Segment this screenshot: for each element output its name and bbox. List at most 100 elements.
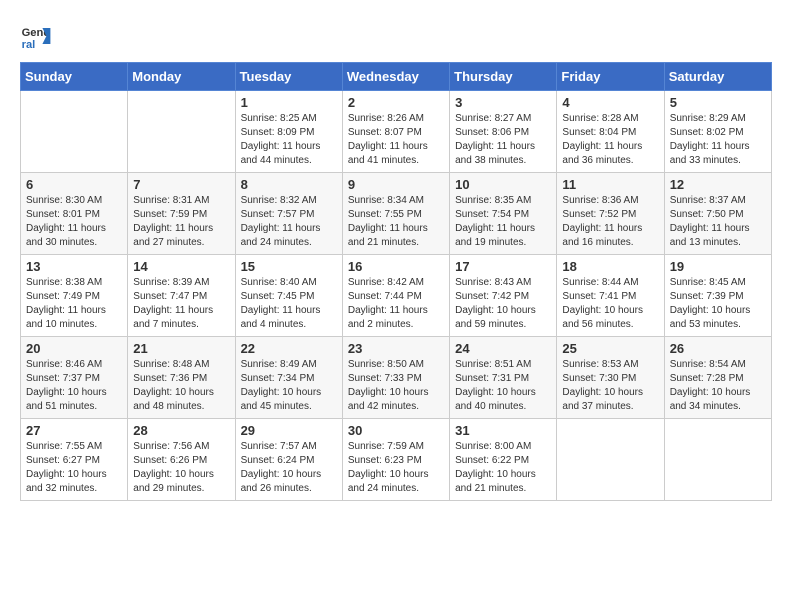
day-info: Sunrise: 8:35 AM Sunset: 7:54 PM Dayligh…	[455, 194, 551, 250]
calendar-day-cell: 28Sunrise: 7:56 AM Sunset: 6:26 PM Dayli…	[128, 419, 235, 501]
day-info: Sunrise: 7:56 AM Sunset: 6:26 PM Dayligh…	[133, 440, 229, 496]
day-info: Sunrise: 8:37 AM Sunset: 7:50 PM Dayligh…	[670, 194, 766, 250]
day-info: Sunrise: 8:50 AM Sunset: 7:33 PM Dayligh…	[348, 358, 444, 414]
day-number: 5	[670, 95, 766, 110]
calendar-day-cell: 25 Sunrise: 8:53 AM Sunset: 7:30 PM Dayli…	[557, 337, 664, 419]
day-of-week-header: Wednesday	[342, 63, 449, 91]
calendar-day-cell: 23Sunrise: 8:50 AM Sunset: 7:33 PM Dayli…	[342, 337, 449, 419]
day-number: 10	[455, 177, 551, 192]
day-number: 29	[241, 423, 337, 438]
day-number: 21	[133, 341, 229, 356]
day-info: Sunrise: 8:39 AM Sunset: 7:47 PM Dayligh…	[133, 276, 229, 332]
day-info: Sunrise: 8:45 AM Sunset: 7:39 PM Dayligh…	[670, 276, 766, 332]
day-info: Sunrise: 8:27 AM Sunset: 8:06 PM Dayligh…	[455, 112, 551, 168]
day-of-week-header: Monday	[128, 63, 235, 91]
calendar-day-cell: 1 Sunrise: 8:25 AM Sunset: 8:09 PM Daylig…	[235, 91, 342, 173]
day-info: Sunrise: 8:43 AM Sunset: 7:42 PM Dayligh…	[455, 276, 551, 332]
day-info: Sunrise: 8:38 AM Sunset: 7:49 PM Dayligh…	[26, 276, 122, 332]
calendar-week-row: 1 Sunrise: 8:25 AM Sunset: 8:09 PM Daylig…	[21, 91, 772, 173]
logo: Gene ral	[20, 20, 56, 52]
day-number: 26	[670, 341, 766, 356]
calendar-day-cell: 27 Sunrise: 7:55 AM Sunset: 6:27 PM Dayli…	[21, 419, 128, 501]
day-info: Sunrise: 8:54 AM Sunset: 7:28 PM Dayligh…	[670, 358, 766, 414]
calendar-day-cell: 12Sunrise: 8:37 AM Sunset: 7:50 PM Dayli…	[664, 173, 771, 255]
day-of-week-header: Thursday	[450, 63, 557, 91]
day-number: 31	[455, 423, 551, 438]
calendar-day-cell: 30 Sunrise: 7:59 AM Sunset: 6:23 PM Dayli…	[342, 419, 449, 501]
calendar-day-cell: 7 Sunrise: 8:31 AM Sunset: 7:59 PM Daylig…	[128, 173, 235, 255]
calendar-day-cell	[664, 419, 771, 501]
day-info: Sunrise: 8:48 AM Sunset: 7:36 PM Dayligh…	[133, 358, 229, 414]
day-info: Sunrise: 8:25 AM Sunset: 8:09 PM Dayligh…	[241, 112, 337, 168]
day-of-week-header: Saturday	[664, 63, 771, 91]
day-number: 22	[241, 341, 337, 356]
calendar-table: SundayMondayTuesdayWednesdayThursdayFrid…	[20, 62, 772, 501]
calendar-day-cell: 15Sunrise: 8:40 AM Sunset: 7:45 PM Dayli…	[235, 255, 342, 337]
day-number: 18	[562, 259, 658, 274]
day-info: Sunrise: 8:53 AM Sunset: 7:30 PM Dayligh…	[562, 358, 658, 414]
calendar-day-cell	[21, 91, 128, 173]
day-info: Sunrise: 8:30 AM Sunset: 8:01 PM Dayligh…	[26, 194, 122, 250]
day-info: Sunrise: 8:49 AM Sunset: 7:34 PM Dayligh…	[241, 358, 337, 414]
calendar-day-cell: 16 Sunrise: 8:42 AM Sunset: 7:44 PM Dayli…	[342, 255, 449, 337]
day-number: 30	[348, 423, 444, 438]
calendar-header: SundayMondayTuesdayWednesdayThursdayFrid…	[21, 63, 772, 91]
day-info: Sunrise: 7:55 AM Sunset: 6:27 PM Dayligh…	[26, 440, 122, 496]
svg-text:ral: ral	[22, 39, 36, 51]
day-info: Sunrise: 8:31 AM Sunset: 7:59 PM Dayligh…	[133, 194, 229, 250]
day-number: 24	[455, 341, 551, 356]
day-info: Sunrise: 8:42 AM Sunset: 7:44 PM Dayligh…	[348, 276, 444, 332]
day-info: Sunrise: 8:26 AM Sunset: 8:07 PM Dayligh…	[348, 112, 444, 168]
day-number: 11	[562, 177, 658, 192]
calendar-day-cell: 31 Sunrise: 8:00 AM Sunset: 6:22 PM Dayli…	[450, 419, 557, 501]
calendar-day-cell: 13 Sunrise: 8:38 AM Sunset: 7:49 PM Dayli…	[21, 255, 128, 337]
day-number: 16	[348, 259, 444, 274]
day-number: 14	[133, 259, 229, 274]
day-info: Sunrise: 7:59 AM Sunset: 6:23 PM Dayligh…	[348, 440, 444, 496]
day-number: 13	[26, 259, 122, 274]
day-number: 17	[455, 259, 551, 274]
header-row: SundayMondayTuesdayWednesdayThursdayFrid…	[21, 63, 772, 91]
day-info: Sunrise: 8:28 AM Sunset: 8:04 PM Dayligh…	[562, 112, 658, 168]
calendar-day-cell: 8 Sunrise: 8:32 AM Sunset: 7:57 PM Daylig…	[235, 173, 342, 255]
day-info: Sunrise: 8:32 AM Sunset: 7:57 PM Dayligh…	[241, 194, 337, 250]
day-info: Sunrise: 8:44 AM Sunset: 7:41 PM Dayligh…	[562, 276, 658, 332]
calendar-day-cell: 9 Sunrise: 8:34 AM Sunset: 7:55 PM Daylig…	[342, 173, 449, 255]
logo-icon: Gene ral	[20, 20, 52, 52]
calendar-week-row: 13 Sunrise: 8:38 AM Sunset: 7:49 PM Dayli…	[21, 255, 772, 337]
calendar-week-row: 6Sunrise: 8:30 AM Sunset: 8:01 PM Daylig…	[21, 173, 772, 255]
day-info: Sunrise: 8:00 AM Sunset: 6:22 PM Dayligh…	[455, 440, 551, 496]
day-of-week-header: Friday	[557, 63, 664, 91]
day-number: 19	[670, 259, 766, 274]
calendar-day-cell: 29Sunrise: 7:57 AM Sunset: 6:24 PM Dayli…	[235, 419, 342, 501]
day-info: Sunrise: 8:29 AM Sunset: 8:02 PM Dayligh…	[670, 112, 766, 168]
calendar-day-cell: 17 Sunrise: 8:43 AM Sunset: 7:42 PM Dayli…	[450, 255, 557, 337]
calendar-day-cell: 20Sunrise: 8:46 AM Sunset: 7:37 PM Dayli…	[21, 337, 128, 419]
calendar-day-cell	[128, 91, 235, 173]
calendar-day-cell: 19 Sunrise: 8:45 AM Sunset: 7:39 PM Dayli…	[664, 255, 771, 337]
calendar-day-cell: 18 Sunrise: 8:44 AM Sunset: 7:41 PM Dayli…	[557, 255, 664, 337]
day-number: 9	[348, 177, 444, 192]
calendar-body: 1 Sunrise: 8:25 AM Sunset: 8:09 PM Daylig…	[21, 91, 772, 501]
day-number: 1	[241, 95, 337, 110]
calendar-day-cell: 3 Sunrise: 8:27 AM Sunset: 8:06 PM Daylig…	[450, 91, 557, 173]
calendar-day-cell: 14 Sunrise: 8:39 AM Sunset: 7:47 PM Dayli…	[128, 255, 235, 337]
calendar-day-cell: 4 Sunrise: 8:28 AM Sunset: 8:04 PM Daylig…	[557, 91, 664, 173]
day-number: 25	[562, 341, 658, 356]
calendar-day-cell: 21 Sunrise: 8:48 AM Sunset: 7:36 PM Dayli…	[128, 337, 235, 419]
day-number: 3	[455, 95, 551, 110]
day-number: 2	[348, 95, 444, 110]
day-info: Sunrise: 8:34 AM Sunset: 7:55 PM Dayligh…	[348, 194, 444, 250]
day-info: Sunrise: 8:51 AM Sunset: 7:31 PM Dayligh…	[455, 358, 551, 414]
day-info: Sunrise: 8:46 AM Sunset: 7:37 PM Dayligh…	[26, 358, 122, 414]
day-number: 27	[26, 423, 122, 438]
calendar-week-row: 20Sunrise: 8:46 AM Sunset: 7:37 PM Dayli…	[21, 337, 772, 419]
page-header: Gene ral	[20, 20, 772, 52]
day-number: 7	[133, 177, 229, 192]
day-number: 8	[241, 177, 337, 192]
calendar-day-cell: 22 Sunrise: 8:49 AM Sunset: 7:34 PM Dayli…	[235, 337, 342, 419]
calendar-day-cell: 26 Sunrise: 8:54 AM Sunset: 7:28 PM Dayli…	[664, 337, 771, 419]
calendar-day-cell	[557, 419, 664, 501]
day-number: 4	[562, 95, 658, 110]
calendar-day-cell: 11Sunrise: 8:36 AM Sunset: 7:52 PM Dayli…	[557, 173, 664, 255]
